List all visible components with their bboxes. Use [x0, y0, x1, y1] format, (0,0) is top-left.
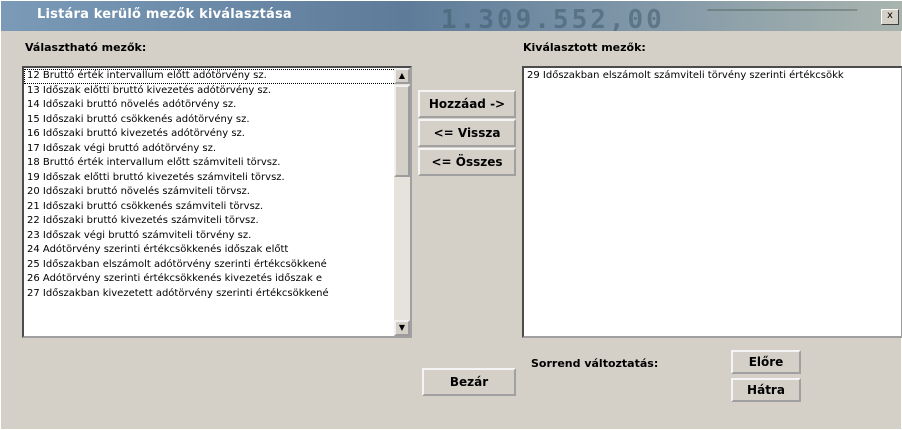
close-window-icon[interactable]: x — [881, 9, 899, 25]
close-button[interactable]: Bezár — [422, 368, 516, 396]
add-button-label: Hozzáad -> — [428, 97, 506, 111]
list-item[interactable]: 20 Időszaki bruttó növelés számviteli tö… — [24, 185, 410, 200]
remove-all-button[interactable]: <= Összes — [418, 148, 516, 176]
available-fields-list[interactable]: 12 Bruttó érték intervallum előtt adótör… — [22, 66, 412, 338]
title-bar: 1.309.552,00 Listára kerülő mezők kivála… — [1, 1, 902, 31]
move-forward-label: Előre — [748, 355, 784, 369]
list-item[interactable]: 17 Időszak végi bruttó adótörvény sz. — [24, 142, 410, 157]
list-item[interactable]: 29 Időszakban elszámolt számviteli törvé… — [524, 69, 901, 84]
back-button[interactable]: <= Vissza — [418, 119, 516, 147]
window-title: Listára kerülő mezők kiválasztása — [37, 7, 292, 22]
list-item[interactable]: 14 Időszaki bruttó növelés adótörvény sz… — [24, 98, 410, 113]
selected-items: 29 Időszakban elszámolt számviteli törvé… — [524, 68, 901, 84]
move-forward-button[interactable]: Előre — [731, 350, 801, 374]
move-backward-button[interactable]: Hátra — [731, 378, 801, 402]
list-item[interactable]: 18 Bruttó érték intervallum előtt számvi… — [24, 156, 410, 171]
scroll-thumb[interactable] — [394, 85, 410, 177]
add-button[interactable]: Hozzáad -> — [418, 90, 516, 118]
list-item[interactable]: 27 Időszakban kivezetett adótörvény szer… — [24, 287, 410, 302]
list-item[interactable]: 24 Adótörvény szerinti értékcsökkenés id… — [24, 243, 410, 258]
scroll-up-icon[interactable]: ▲ — [394, 68, 410, 84]
selected-fields-list[interactable]: 29 Időszakban elszámolt számviteli törvé… — [522, 66, 902, 338]
available-fields-label: Választható mezők: — [25, 41, 147, 54]
list-item[interactable]: 22 Időszaki bruttó kivezetés számviteli … — [24, 214, 410, 229]
selected-fields-label: Kiválasztott mezők: — [523, 41, 646, 54]
available-items: 12 Bruttó érték intervallum előtt adótör… — [24, 68, 410, 301]
available-list-scrollbar[interactable]: ▲ ▼ — [394, 68, 410, 336]
list-item[interactable]: 26 Adótörvény szerinti értékcsökkenés ki… — [24, 272, 410, 287]
list-item[interactable]: 23 Időszak végi bruttó számviteli törvén… — [24, 229, 410, 244]
close-button-label: Bezár — [449, 375, 489, 389]
list-item[interactable]: 19 Időszak előtti bruttó kivezetés számv… — [24, 171, 410, 186]
list-item[interactable]: 15 Időszaki bruttó csökkenés adótörvény … — [24, 113, 410, 128]
back-button-label: <= Vissza — [433, 126, 501, 140]
order-change-label: Sorrend változtatás: — [531, 357, 659, 370]
move-backward-label: Hátra — [747, 383, 785, 397]
list-item[interactable]: 12 Bruttó érték intervallum előtt adótör… — [24, 69, 410, 84]
remove-all-button-label: <= Összes — [431, 155, 503, 169]
list-item[interactable]: 16 Időszaki bruttó kivezetés adótörvény … — [24, 127, 410, 142]
list-item[interactable]: 13 Időszak előtti bruttó kivezetés adótö… — [24, 84, 410, 99]
title-watermark: 1.309.552,00 — [441, 5, 665, 31]
dialog-window: 1.309.552,00 Listára kerülő mezők kivála… — [0, 0, 902, 430]
title-decoration — [694, 9, 858, 31]
list-item[interactable]: 21 Időszaki bruttó csökkenés számviteli … — [24, 200, 410, 215]
list-item[interactable]: 25 Időszakban elszámolt adótörvény szeri… — [24, 258, 410, 273]
scroll-down-icon[interactable]: ▼ — [394, 320, 410, 336]
